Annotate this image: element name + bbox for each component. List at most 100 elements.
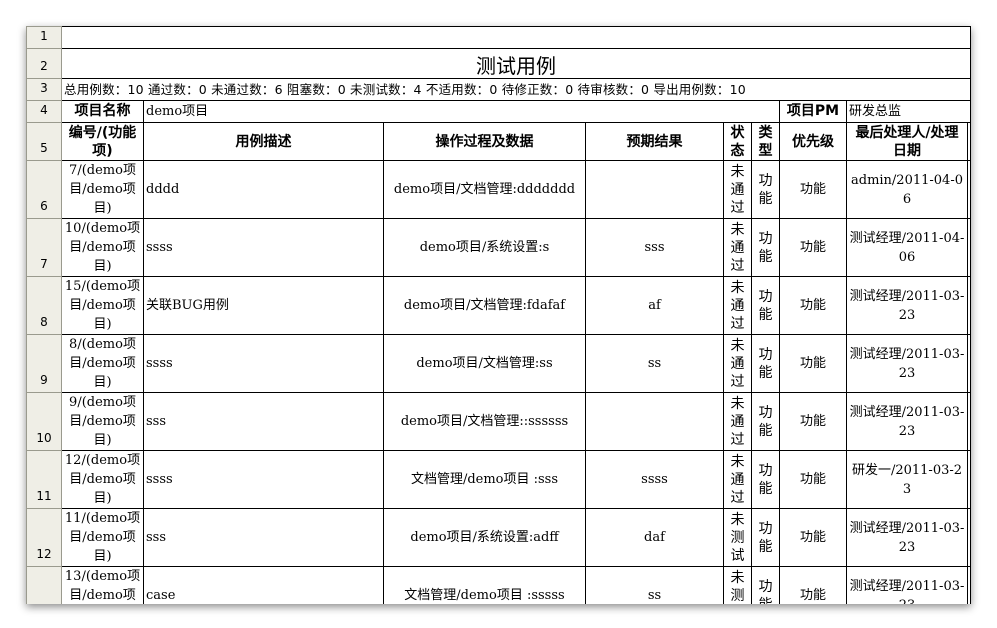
empty-cell[interactable] (60, 26, 971, 49)
case-priority-cell[interactable]: 功能 (779, 218, 847, 277)
case-handler-cell[interactable]: 测试经理/2011-04-06 (846, 218, 968, 277)
case-status-cell[interactable]: 未通过 (723, 160, 752, 219)
case-id-cell[interactable]: 7/(demo项目/demo项目) (61, 160, 144, 219)
case-steps-cell[interactable]: demo项目/文档管理:fdafaf (383, 276, 586, 335)
case-status-cell[interactable]: 未通过 (723, 392, 752, 451)
empty-cell[interactable] (966, 160, 971, 219)
col-header-expected[interactable]: 预期结果 (585, 122, 724, 161)
case-id-cell[interactable]: 12/(demo项目/demo项目) (61, 450, 144, 509)
case-handler-cell[interactable]: 测试经理/2011-03-23 (846, 276, 968, 335)
row-header[interactable]: 2 (26, 48, 62, 79)
case-expected-cell[interactable] (585, 160, 724, 219)
case-type-cell[interactable]: 功能 (751, 334, 780, 393)
case-handler-cell[interactable]: admin/2011-04-06 (846, 160, 968, 219)
empty-cell[interactable] (966, 122, 971, 161)
case-id-cell[interactable]: 10/(demo项目/demo项目) (61, 218, 144, 277)
case-id-cell[interactable]: 9/(demo项目/demo项目) (61, 392, 144, 451)
empty-cell[interactable] (966, 334, 971, 393)
col-header-id[interactable]: 编号/(功能项) (61, 122, 144, 161)
empty-cell[interactable] (966, 218, 971, 277)
case-status-cell[interactable]: 未测试 (723, 566, 752, 604)
case-type-cell[interactable]: 功能 (751, 160, 780, 219)
row-header[interactable]: 3 (26, 78, 62, 101)
case-status-cell[interactable]: 未通过 (723, 218, 752, 277)
case-id-cell[interactable]: 8/(demo项目/demo项目) (61, 334, 144, 393)
case-type-cell[interactable]: 功能 (751, 392, 780, 451)
case-steps-cell[interactable]: demo项目/文档管理:ss (383, 334, 586, 393)
row-header[interactable]: 5 (26, 122, 62, 161)
col-header-status[interactable]: 状态 (723, 122, 752, 161)
col-header-steps[interactable]: 操作过程及数据 (383, 122, 586, 161)
project-name-label[interactable]: 项目名称 (61, 100, 144, 123)
empty-cell[interactable] (966, 392, 971, 451)
row-header[interactable]: 13 (26, 566, 62, 604)
case-status-cell[interactable]: 未通过 (723, 450, 752, 509)
case-type-cell[interactable]: 功能 (751, 566, 780, 604)
case-id-cell[interactable]: 13/(demo项目/demo项目) (61, 566, 144, 604)
empty-cell[interactable] (966, 508, 971, 567)
case-desc-cell[interactable]: sss (143, 508, 384, 567)
case-handler-cell[interactable]: 测试经理/2011-03-23 (846, 334, 968, 393)
case-priority-cell[interactable]: 功能 (779, 450, 847, 509)
sheet-title[interactable]: 测试用例 (60, 48, 971, 79)
row-header[interactable]: 12 (26, 508, 62, 567)
case-expected-cell[interactable]: ss (585, 566, 724, 604)
empty-cell[interactable] (966, 276, 971, 335)
case-steps-cell[interactable]: demo项目/系统设置:adff (383, 508, 586, 567)
case-type-cell[interactable]: 功能 (751, 450, 780, 509)
case-expected-cell[interactable] (585, 392, 724, 451)
case-steps-cell[interactable]: 文档管理/demo项目 :sssss (383, 566, 586, 604)
row-header[interactable]: 7 (26, 218, 62, 277)
case-type-cell[interactable]: 功能 (751, 276, 780, 335)
case-priority-cell[interactable]: 功能 (779, 276, 847, 335)
project-pm-label[interactable]: 项目PM (779, 100, 847, 123)
case-expected-cell[interactable]: ssss (585, 450, 724, 509)
case-steps-cell[interactable]: demo项目/系统设置:s (383, 218, 586, 277)
case-expected-cell[interactable]: ss (585, 334, 724, 393)
case-desc-cell[interactable]: sss (143, 392, 384, 451)
col-header-desc[interactable]: 用例描述 (143, 122, 384, 161)
case-priority-cell[interactable]: 功能 (779, 160, 847, 219)
case-steps-cell[interactable]: demo项目/文档管理::ssssss (383, 392, 586, 451)
case-desc-cell[interactable]: ssss (143, 334, 384, 393)
row-header[interactable]: 6 (26, 160, 62, 219)
case-expected-cell[interactable]: daf (585, 508, 724, 567)
row-header[interactable]: 10 (26, 392, 62, 451)
case-type-cell[interactable]: 功能 (751, 508, 780, 567)
case-type-cell[interactable]: 功能 (751, 218, 780, 277)
case-desc-cell[interactable]: 关联BUG用例 (143, 276, 384, 335)
case-handler-cell[interactable]: 测试经理/2011-03-23 (846, 508, 968, 567)
case-handler-cell[interactable]: 测试经理/2011-03-23 (846, 392, 968, 451)
case-priority-cell[interactable]: 功能 (779, 334, 847, 393)
row-header[interactable]: 8 (26, 276, 62, 335)
case-id-cell[interactable]: 11/(demo项目/demo项目) (61, 508, 144, 567)
case-priority-cell[interactable]: 功能 (779, 392, 847, 451)
col-header-priority[interactable]: 优先级 (779, 122, 847, 161)
case-expected-cell[interactable]: af (585, 276, 724, 335)
row-header[interactable]: 9 (26, 334, 62, 393)
case-status-cell[interactable]: 未通过 (723, 276, 752, 335)
row-header[interactable]: 4 (26, 100, 62, 123)
project-pm-value[interactable]: 研发总监 (845, 100, 971, 123)
case-status-cell[interactable]: 未测试 (723, 508, 752, 567)
case-status-cell[interactable]: 未通过 (723, 334, 752, 393)
empty-cell[interactable] (966, 450, 971, 509)
project-name-value[interactable]: demo项目 (143, 100, 780, 123)
case-desc-cell[interactable]: ssss (143, 218, 384, 277)
empty-cell[interactable] (966, 566, 971, 604)
case-handler-cell[interactable]: 测试经理/2011-03-23 (846, 566, 968, 604)
row-header[interactable]: 1 (26, 26, 62, 49)
col-header-handler[interactable]: 最后处理人/处理日期 (846, 122, 968, 161)
case-priority-cell[interactable]: 功能 (779, 508, 847, 567)
case-desc-cell[interactable]: case (143, 566, 384, 604)
case-desc-cell[interactable]: dddd (143, 160, 384, 219)
case-desc-cell[interactable]: ssss (143, 450, 384, 509)
case-id-cell[interactable]: 15/(demo项目/demo项目) (61, 276, 144, 335)
summary-cell[interactable]: 总用例数：10 通过数：0 未通过数：6 阻塞数：0 未测试数：4 不适用数：0… (60, 78, 971, 101)
case-steps-cell[interactable]: 文档管理/demo项目 :sss (383, 450, 586, 509)
case-priority-cell[interactable]: 功能 (779, 566, 847, 604)
case-handler-cell[interactable]: 研发一/2011-03-23 (846, 450, 968, 509)
case-steps-cell[interactable]: demo项目/文档管理:ddddddd (383, 160, 586, 219)
col-header-type[interactable]: 类型 (751, 122, 780, 161)
row-header[interactable]: 11 (26, 450, 62, 509)
